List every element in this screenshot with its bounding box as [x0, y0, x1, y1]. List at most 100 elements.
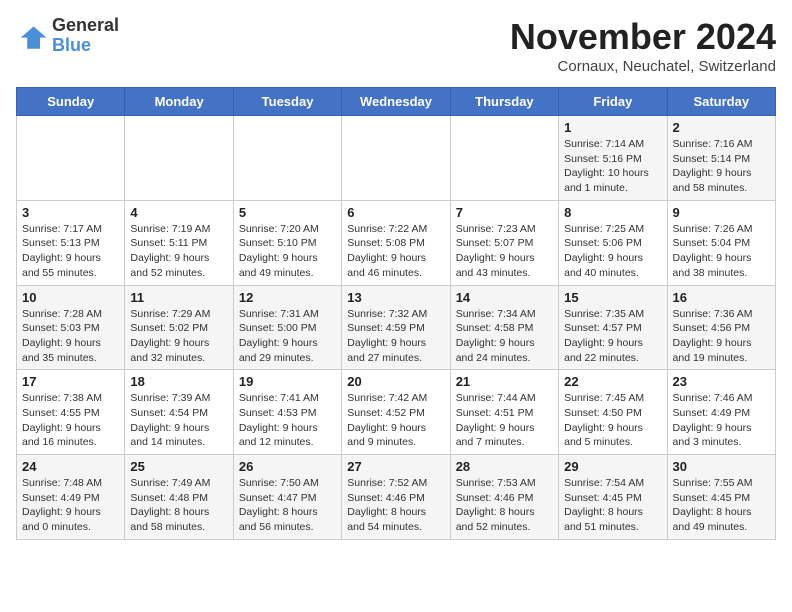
calendar-cell: 16 Sunrise: 7:36 AM Sunset: 4:56 PM Dayli… [667, 285, 775, 370]
logo: General Blue [16, 16, 119, 56]
day-info: Sunrise: 7:32 AM Sunset: 4:59 PM Dayligh… [347, 307, 444, 366]
day-number: 14 [456, 290, 553, 305]
column-header-friday: Friday [559, 88, 667, 116]
day-info: Sunrise: 7:26 AM Sunset: 5:04 PM Dayligh… [673, 222, 770, 281]
day-number: 12 [239, 290, 336, 305]
calendar-cell: 13 Sunrise: 7:32 AM Sunset: 4:59 PM Dayli… [342, 285, 450, 370]
day-info: Sunrise: 7:28 AM Sunset: 5:03 PM Dayligh… [22, 307, 119, 366]
month-title: November 2024 [510, 16, 776, 58]
column-header-sunday: Sunday [17, 88, 125, 116]
calendar-cell: 20 Sunrise: 7:42 AM Sunset: 4:52 PM Dayli… [342, 370, 450, 455]
day-number: 28 [456, 459, 553, 474]
calendar-cell [17, 116, 125, 201]
day-info: Sunrise: 7:45 AM Sunset: 4:50 PM Dayligh… [564, 391, 661, 450]
page-header: General Blue November 2024 Cornaux, Neuc… [16, 16, 776, 75]
calendar-cell: 6 Sunrise: 7:22 AM Sunset: 5:08 PM Daylig… [342, 200, 450, 285]
day-number: 10 [22, 290, 119, 305]
title-area: November 2024 Cornaux, Neuchatel, Switze… [510, 16, 776, 75]
day-number: 22 [564, 374, 661, 389]
day-info: Sunrise: 7:38 AM Sunset: 4:55 PM Dayligh… [22, 391, 119, 450]
calendar-cell [342, 116, 450, 201]
day-info: Sunrise: 7:34 AM Sunset: 4:58 PM Dayligh… [456, 307, 553, 366]
day-number: 13 [347, 290, 444, 305]
calendar-cell: 26Sunrise: 7:50 AM Sunset: 4:47 PM Dayli… [233, 455, 341, 540]
day-info: Sunrise: 7:14 AM Sunset: 5:16 PM Dayligh… [564, 137, 661, 196]
day-info: Sunrise: 7:48 AM Sunset: 4:49 PM Dayligh… [22, 476, 119, 535]
day-number: 23 [673, 374, 770, 389]
logo-icon [16, 20, 48, 52]
day-info: Sunrise: 7:49 AM Sunset: 4:48 PM Dayligh… [130, 476, 227, 535]
calendar-cell: 8 Sunrise: 7:25 AM Sunset: 5:06 PM Daylig… [559, 200, 667, 285]
calendar-cell: 2Sunrise: 7:16 AM Sunset: 5:14 PM Daylig… [667, 116, 775, 201]
calendar-cell: 5 Sunrise: 7:20 AM Sunset: 5:10 PM Daylig… [233, 200, 341, 285]
column-header-thursday: Thursday [450, 88, 558, 116]
day-number: 9 [673, 205, 770, 220]
day-info: Sunrise: 7:31 AM Sunset: 5:00 PM Dayligh… [239, 307, 336, 366]
day-info: Sunrise: 7:52 AM Sunset: 4:46 PM Dayligh… [347, 476, 444, 535]
calendar-cell: 30 Sunrise: 7:55 AM Sunset: 4:45 PM Dayli… [667, 455, 775, 540]
day-info: Sunrise: 7:22 AM Sunset: 5:08 PM Dayligh… [347, 222, 444, 281]
calendar-cell [125, 116, 233, 201]
day-number: 20 [347, 374, 444, 389]
day-info: Sunrise: 7:42 AM Sunset: 4:52 PM Dayligh… [347, 391, 444, 450]
column-header-monday: Monday [125, 88, 233, 116]
calendar-cell: 24 Sunrise: 7:48 AM Sunset: 4:49 PM Dayli… [17, 455, 125, 540]
calendar-cell: 7 Sunrise: 7:23 AM Sunset: 5:07 PM Daylig… [450, 200, 558, 285]
day-number: 25 [130, 459, 227, 474]
column-header-wednesday: Wednesday [342, 88, 450, 116]
day-number: 29 [564, 459, 661, 474]
calendar-cell: 17Sunrise: 7:38 AM Sunset: 4:55 PM Dayli… [17, 370, 125, 455]
calendar-cell: 9 Sunrise: 7:26 AM Sunset: 5:04 PM Daylig… [667, 200, 775, 285]
column-header-tuesday: Tuesday [233, 88, 341, 116]
calendar-cell: 11Sunrise: 7:29 AM Sunset: 5:02 PM Dayli… [125, 285, 233, 370]
calendar-cell: 4 Sunrise: 7:19 AM Sunset: 5:11 PM Daylig… [125, 200, 233, 285]
calendar-table: SundayMondayTuesdayWednesdayThursdayFrid… [16, 87, 776, 540]
day-number: 4 [130, 205, 227, 220]
calendar-cell: 19 Sunrise: 7:41 AM Sunset: 4:53 PM Dayli… [233, 370, 341, 455]
day-number: 3 [22, 205, 119, 220]
logo-text: General Blue [52, 16, 119, 56]
day-number: 6 [347, 205, 444, 220]
calendar-cell: 10 Sunrise: 7:28 AM Sunset: 5:03 PM Dayli… [17, 285, 125, 370]
calendar-cell: 27 Sunrise: 7:52 AM Sunset: 4:46 PM Dayli… [342, 455, 450, 540]
day-info: Sunrise: 7:44 AM Sunset: 4:51 PM Dayligh… [456, 391, 553, 450]
calendar-cell: 15Sunrise: 7:35 AM Sunset: 4:57 PM Dayli… [559, 285, 667, 370]
day-info: Sunrise: 7:46 AM Sunset: 4:49 PM Dayligh… [673, 391, 770, 450]
calendar-cell: 14 Sunrise: 7:34 AM Sunset: 4:58 PM Dayli… [450, 285, 558, 370]
day-info: Sunrise: 7:39 AM Sunset: 4:54 PM Dayligh… [130, 391, 227, 450]
day-number: 21 [456, 374, 553, 389]
day-number: 1 [564, 120, 661, 135]
column-header-saturday: Saturday [667, 88, 775, 116]
calendar-cell: 12 Sunrise: 7:31 AM Sunset: 5:00 PM Dayli… [233, 285, 341, 370]
day-number: 27 [347, 459, 444, 474]
day-number: 19 [239, 374, 336, 389]
day-number: 8 [564, 205, 661, 220]
day-number: 30 [673, 459, 770, 474]
day-number: 16 [673, 290, 770, 305]
calendar-cell [233, 116, 341, 201]
day-info: Sunrise: 7:29 AM Sunset: 5:02 PM Dayligh… [130, 307, 227, 366]
day-info: Sunrise: 7:23 AM Sunset: 5:07 PM Dayligh… [456, 222, 553, 281]
calendar-cell: 23 Sunrise: 7:46 AM Sunset: 4:49 PM Dayli… [667, 370, 775, 455]
day-info: Sunrise: 7:25 AM Sunset: 5:06 PM Dayligh… [564, 222, 661, 281]
day-number: 24 [22, 459, 119, 474]
calendar-cell: 29 Sunrise: 7:54 AM Sunset: 4:45 PM Dayli… [559, 455, 667, 540]
day-info: Sunrise: 7:19 AM Sunset: 5:11 PM Dayligh… [130, 222, 227, 281]
day-info: Sunrise: 7:41 AM Sunset: 4:53 PM Dayligh… [239, 391, 336, 450]
day-info: Sunrise: 7:36 AM Sunset: 4:56 PM Dayligh… [673, 307, 770, 366]
calendar-cell: 1 Sunrise: 7:14 AM Sunset: 5:16 PM Daylig… [559, 116, 667, 201]
day-number: 7 [456, 205, 553, 220]
day-number: 15 [564, 290, 661, 305]
day-info: Sunrise: 7:20 AM Sunset: 5:10 PM Dayligh… [239, 222, 336, 281]
day-info: Sunrise: 7:53 AM Sunset: 4:46 PM Dayligh… [456, 476, 553, 535]
day-number: 5 [239, 205, 336, 220]
day-info: Sunrise: 7:54 AM Sunset: 4:45 PM Dayligh… [564, 476, 661, 535]
calendar-cell: 22 Sunrise: 7:45 AM Sunset: 4:50 PM Dayli… [559, 370, 667, 455]
day-number: 26 [239, 459, 336, 474]
calendar-cell: 25 Sunrise: 7:49 AM Sunset: 4:48 PM Dayli… [125, 455, 233, 540]
day-info: Sunrise: 7:55 AM Sunset: 4:45 PM Dayligh… [673, 476, 770, 535]
day-number: 18 [130, 374, 227, 389]
calendar-cell [450, 116, 558, 201]
day-info: Sunrise: 7:17 AM Sunset: 5:13 PM Dayligh… [22, 222, 119, 281]
day-number: 2 [673, 120, 770, 135]
